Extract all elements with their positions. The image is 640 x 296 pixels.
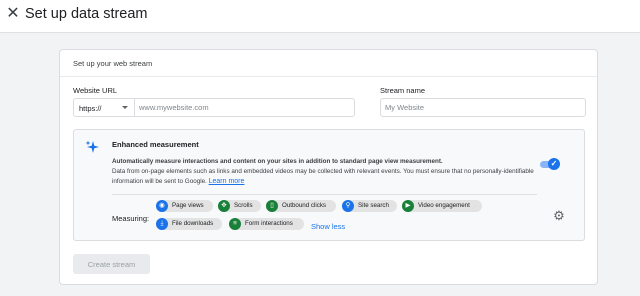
chip-outbound-clicks[interactable]: ▯ Outbound clicks xyxy=(266,200,336,212)
web-stream-card: Set up your web stream Website URL https… xyxy=(59,49,598,285)
chip-label: Site search xyxy=(358,202,389,209)
protocol-select[interactable]: https:// xyxy=(73,98,135,117)
chip-label: Outbound clicks xyxy=(282,202,327,209)
divider xyxy=(112,194,537,195)
learn-more-link[interactable]: Learn more xyxy=(209,178,245,185)
chip-label: Form interactions xyxy=(245,220,293,227)
search-icon: ⚲ xyxy=(342,200,354,212)
enhanced-measurement-summary: Automatically measure interactions and c… xyxy=(112,158,443,165)
form-icon: ≡ xyxy=(229,218,241,230)
protocol-value: https:// xyxy=(79,104,102,113)
play-icon: ▶ xyxy=(402,200,414,212)
card-header-title: Set up your web stream xyxy=(73,59,153,68)
check-icon: ✓ xyxy=(548,158,560,170)
gear-icon[interactable]: ⚙ xyxy=(552,209,566,223)
chip-file-downloads[interactable]: ⤓ File downloads xyxy=(156,218,222,230)
eye-icon: ◉ xyxy=(156,200,168,212)
mouse-icon: ▯ xyxy=(266,200,278,212)
chevron-down-icon xyxy=(122,106,128,109)
create-stream-button[interactable]: Create stream xyxy=(73,254,150,274)
chip-form-interactions[interactable]: ≡ Form interactions xyxy=(229,218,304,230)
enhanced-measurement-panel: Enhanced measurement Automatically measu… xyxy=(73,129,585,241)
chip-page-views[interactable]: ◉ Page views xyxy=(156,200,213,212)
show-less-link[interactable]: Show less xyxy=(311,222,345,231)
description-text: Data from on-page elements such as links… xyxy=(112,168,534,185)
chip-video-engagement[interactable]: ▶ Video engagement xyxy=(402,200,482,212)
sparkle-icon xyxy=(85,140,99,153)
page-title: Set up data stream xyxy=(25,6,148,22)
top-bar: ✕ Set up data stream xyxy=(0,0,640,33)
chip-label: Scrolls xyxy=(234,202,253,209)
chip-label: Video engagement xyxy=(418,202,470,209)
stream-name-input[interactable] xyxy=(380,98,586,117)
stream-name-label: Stream name xyxy=(380,86,426,95)
download-icon: ⤓ xyxy=(156,218,168,230)
card-header: Set up your web stream xyxy=(60,50,597,77)
chip-site-search[interactable]: ⚲ Site search xyxy=(342,200,397,212)
enhanced-measurement-description: Data from on-page elements such as links… xyxy=(112,167,537,187)
close-icon[interactable]: ✕ xyxy=(6,6,20,22)
chip-scrolls[interactable]: ✥ Scrolls xyxy=(218,200,261,212)
chip-label: Page views xyxy=(172,202,204,209)
enhanced-measurement-toggle[interactable]: ✓ xyxy=(540,158,562,170)
scroll-icon: ✥ xyxy=(218,200,230,212)
website-url-input[interactable] xyxy=(134,98,355,117)
chip-label: File downloads xyxy=(172,220,214,227)
measuring-label: Measuring: xyxy=(112,214,150,223)
enhanced-measurement-title: Enhanced measurement xyxy=(112,140,199,149)
website-url-label: Website URL xyxy=(73,86,118,95)
